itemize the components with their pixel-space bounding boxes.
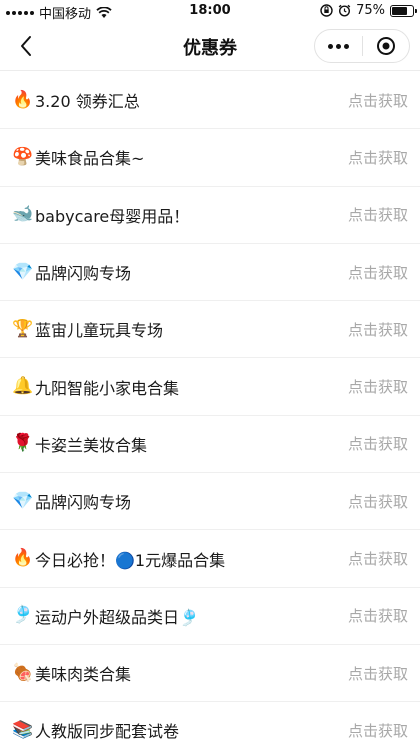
item-title: 人教版同步配套试卷: [35, 722, 180, 742]
get-coupon-link[interactable]: 点击获取: [348, 605, 408, 626]
item-emoji-icon: 📚: [12, 719, 34, 740]
list-item[interactable]: 🍄 美味食品合集~ 点击获取: [0, 129, 420, 187]
item-title: 今日必抢！🔵1元爆品合集: [35, 550, 226, 570]
item-emoji-icon: 🔥: [12, 548, 34, 569]
status-bar: 中国移动 18:00 75%: [0, 0, 420, 22]
miniprogram-close-icon: [376, 37, 395, 55]
battery-percent: 75%: [356, 3, 385, 18]
item-emoji-icon: 🐋: [12, 204, 34, 225]
list-item[interactable]: 📚 人教版同步配套试卷 点击获取: [0, 702, 420, 747]
list-item[interactable]: 🌹 卡姿兰美妆合集 点击获取: [0, 416, 420, 474]
get-coupon-link[interactable]: 点击获取: [348, 90, 408, 111]
item-title: 3.20 领券汇总: [35, 92, 140, 112]
battery-icon: [390, 4, 417, 17]
item-title: 美味食品合集~: [35, 149, 145, 169]
get-coupon-link[interactable]: 点击获取: [348, 204, 408, 225]
item-title: 九阳智能小家电合集: [35, 378, 180, 398]
more-button[interactable]: [315, 30, 362, 62]
item-emoji-icon: 🌹: [12, 433, 34, 454]
get-coupon-link[interactable]: 点击获取: [348, 433, 408, 454]
get-coupon-link[interactable]: 点击获取: [348, 548, 408, 569]
item-emoji-icon: 🍖: [12, 662, 34, 683]
item-title: 品牌闪购专场: [35, 264, 132, 284]
get-coupon-link[interactable]: 点击获取: [348, 319, 408, 340]
list-item[interactable]: 🐋 babycare母婴用品！ 点击获取: [0, 187, 420, 244]
battery-fill: [392, 6, 407, 15]
nav-bar: 优惠券: [0, 22, 420, 70]
nav-divider: [0, 70, 420, 71]
list-item[interactable]: 🍖 美味肉类合集 点击获取: [0, 645, 420, 703]
item-emoji-icon: 💎: [12, 261, 34, 282]
list-item[interactable]: 🔔 九阳智能小家电合集 点击获取: [0, 358, 420, 416]
get-coupon-link[interactable]: 点击获取: [348, 376, 408, 397]
orientation-lock-icon: [320, 4, 333, 17]
item-emoji-icon: 💎: [12, 490, 34, 511]
item-emoji-icon: 🏆: [12, 318, 34, 339]
item-title: 蓝宙儿童玩具专场: [35, 321, 164, 341]
get-coupon-link[interactable]: 点击获取: [348, 720, 408, 741]
get-coupon-link[interactable]: 点击获取: [348, 663, 408, 684]
list-item[interactable]: 🎐 运动户外超级品类日🎐 点击获取: [0, 588, 420, 645]
item-title: 卡姿兰美妆合集: [35, 435, 148, 455]
list-item[interactable]: 🔥 3.20 领券汇总 点击获取: [0, 72, 420, 130]
list-item[interactable]: 💎 品牌闪购专场 点击获取: [0, 244, 420, 302]
get-coupon-link[interactable]: 点击获取: [348, 491, 408, 512]
item-title: 美味肉类合集: [35, 665, 132, 685]
item-emoji-icon: 🍄: [12, 146, 34, 167]
more-dots-icon: [327, 43, 349, 49]
item-title: babycare母婴用品！: [35, 206, 190, 226]
list-item[interactable]: 🔥 今日必抢！🔵1元爆品合集 点击获取: [0, 530, 420, 588]
miniprogram-capsule: [314, 29, 410, 63]
coupon-list: 🔥 3.20 领券汇总 点击获取 🍄 美味食品合集~ 点击获取 🐋 babycare母婴用品！…: [0, 72, 420, 747]
close-miniprogram-button[interactable]: [363, 30, 410, 62]
get-coupon-link[interactable]: 点击获取: [348, 147, 408, 168]
alarm-icon: [338, 4, 351, 17]
item-title: 运动户外超级品类日🎐: [35, 607, 199, 627]
list-item[interactable]: 💎 品牌闪购专场 点击获取: [0, 473, 420, 531]
item-emoji-icon: 🔔: [12, 376, 34, 397]
list-item[interactable]: 🏆 蓝宙儿童玩具专场 点击获取: [0, 301, 420, 359]
item-emoji-icon: 🔥: [12, 89, 34, 110]
status-right: 75%: [320, 3, 417, 18]
get-coupon-link[interactable]: 点击获取: [348, 262, 408, 283]
item-title: 品牌闪购专场: [35, 493, 132, 513]
item-emoji-icon: 🎐: [12, 605, 34, 626]
